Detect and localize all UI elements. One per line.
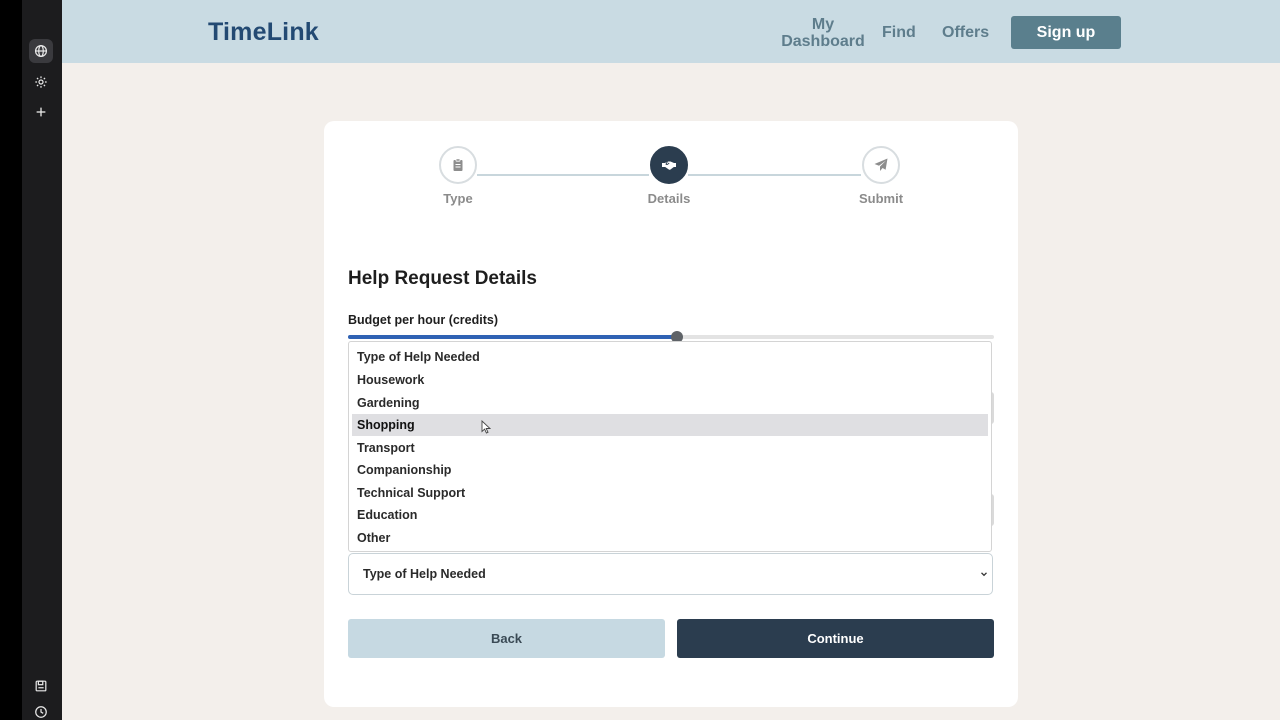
plus-icon[interactable] bbox=[29, 100, 53, 124]
handshake-icon bbox=[662, 161, 676, 170]
sign-up-button[interactable]: Sign up bbox=[1011, 16, 1121, 49]
budget-slider[interactable] bbox=[348, 331, 994, 343]
help-type-option[interactable]: Other bbox=[352, 527, 988, 549]
budget-slider-fill bbox=[348, 335, 678, 339]
nav-my-dashboard-line2: Dashboard bbox=[781, 33, 865, 50]
brand-logo[interactable]: TimeLink bbox=[208, 18, 319, 47]
help-type-option[interactable]: Gardening bbox=[352, 392, 988, 414]
gear-icon[interactable] bbox=[29, 70, 53, 94]
budget-label: Budget per hour (credits) bbox=[348, 313, 499, 327]
help-type-option[interactable]: Transport bbox=[352, 437, 988, 459]
continue-button[interactable]: Continue bbox=[677, 619, 994, 658]
help-type-option[interactable]: Type of Help Needed bbox=[352, 346, 988, 368]
back-button[interactable]: Back bbox=[348, 619, 665, 658]
clock-icon[interactable] bbox=[29, 700, 53, 720]
step-type[interactable] bbox=[439, 146, 477, 184]
mouse-cursor-icon bbox=[481, 420, 491, 434]
paper-plane-icon bbox=[874, 158, 888, 171]
stepper-connector bbox=[477, 174, 649, 176]
help-type-select[interactable]: Type of Help Needed bbox=[348, 553, 993, 595]
chevron-down-icon bbox=[981, 572, 987, 577]
nav-my-dashboard[interactable]: My Dashboard bbox=[780, 16, 866, 50]
save-icon[interactable] bbox=[29, 674, 53, 698]
step-label-type: Type bbox=[443, 191, 473, 206]
stepper-connector bbox=[688, 174, 861, 176]
help-type-select-value: Type of Help Needed bbox=[363, 567, 486, 581]
step-label-details: Details bbox=[647, 191, 691, 206]
help-type-options-list[interactable]: Type of Help Needed Housework Gardening … bbox=[348, 341, 992, 552]
help-type-option[interactable]: Companionship bbox=[352, 459, 988, 481]
nav-offers[interactable]: Offers bbox=[942, 24, 989, 41]
step-label-submit: Submit bbox=[858, 191, 904, 206]
app-rail bbox=[0, 0, 62, 720]
help-type-option[interactable]: Education bbox=[352, 504, 988, 526]
nav-find[interactable]: Find bbox=[882, 24, 916, 41]
globe-icon[interactable] bbox=[29, 39, 53, 63]
step-details[interactable] bbox=[650, 146, 688, 184]
help-type-option[interactable]: Housework bbox=[352, 369, 988, 391]
nav-my-dashboard-line1: My bbox=[811, 16, 835, 33]
top-header: TimeLink My Dashboard Find Offers Sign u… bbox=[62, 0, 1280, 63]
form-title: Help Request Details bbox=[348, 268, 537, 289]
help-request-card: Type Details Submit Help Request Details… bbox=[324, 121, 1018, 707]
step-submit[interactable] bbox=[862, 146, 900, 184]
help-type-option[interactable]: Technical Support bbox=[352, 482, 988, 504]
help-type-option-highlighted[interactable]: Shopping bbox=[352, 414, 988, 436]
clipboard-icon bbox=[453, 158, 463, 171]
